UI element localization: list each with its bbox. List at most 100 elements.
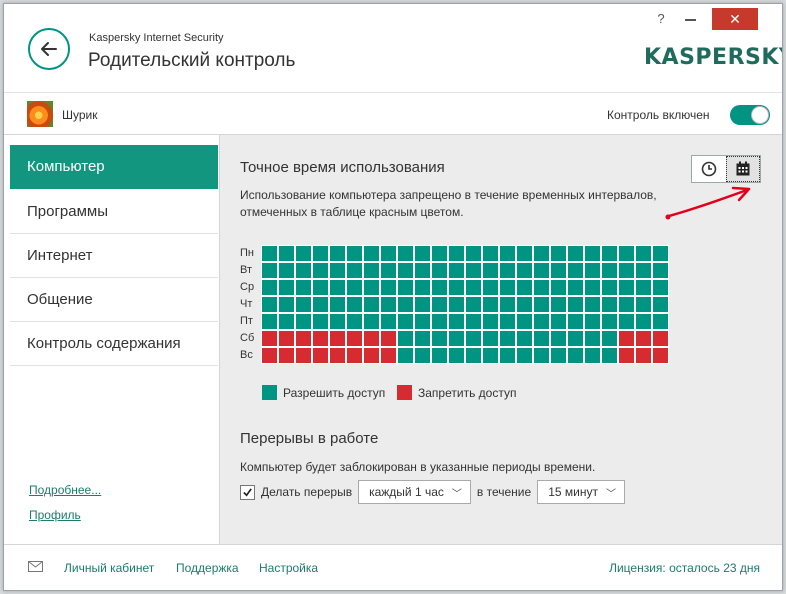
- schedule-cell-allow[interactable]: [346, 313, 363, 330]
- schedule-cell-allow[interactable]: [312, 296, 329, 313]
- schedule-cell-allow[interactable]: [635, 313, 652, 330]
- schedule-cell-allow[interactable]: [533, 296, 550, 313]
- schedule-cell-allow[interactable]: [618, 262, 635, 279]
- schedule-cell-allow[interactable]: [465, 330, 482, 347]
- sidebar-item-computer[interactable]: Компьютер: [10, 145, 218, 189]
- schedule-cell-allow[interactable]: [652, 296, 669, 313]
- schedule-cell-allow[interactable]: [295, 245, 312, 262]
- schedule-cell-allow[interactable]: [261, 245, 278, 262]
- schedule-cell-allow[interactable]: [431, 245, 448, 262]
- schedule-cell-allow[interactable]: [295, 262, 312, 279]
- schedule-cell-allow[interactable]: [380, 296, 397, 313]
- schedule-cell-allow[interactable]: [550, 313, 567, 330]
- sidebar-item-content-control[interactable]: Контроль содержания: [10, 322, 218, 366]
- schedule-cell-deny[interactable]: [635, 330, 652, 347]
- schedule-cell-allow[interactable]: [414, 262, 431, 279]
- schedule-cell-allow[interactable]: [363, 245, 380, 262]
- schedule-cell-allow[interactable]: [601, 245, 618, 262]
- schedule-cell-allow[interactable]: [601, 262, 618, 279]
- schedule-cell-allow[interactable]: [278, 279, 295, 296]
- sidebar-item-communication[interactable]: Общение: [10, 278, 218, 322]
- support-link[interactable]: Поддержка: [176, 561, 239, 575]
- schedule-cell-allow[interactable]: [482, 262, 499, 279]
- schedule-cell-allow[interactable]: [414, 296, 431, 313]
- schedule-cell-deny[interactable]: [261, 347, 278, 364]
- schedule-cell-allow[interactable]: [584, 262, 601, 279]
- schedule-cell-deny[interactable]: [380, 347, 397, 364]
- schedule-cell-allow[interactable]: [635, 245, 652, 262]
- schedule-cell-allow[interactable]: [295, 313, 312, 330]
- sidebar-item-programs[interactable]: Программы: [10, 190, 218, 234]
- schedule-cell-allow[interactable]: [465, 245, 482, 262]
- schedule-cell-allow[interactable]: [482, 296, 499, 313]
- schedule-cell-allow[interactable]: [431, 347, 448, 364]
- schedule-cell-allow[interactable]: [482, 279, 499, 296]
- schedule-cell-allow[interactable]: [635, 296, 652, 313]
- schedule-cell-allow[interactable]: [329, 262, 346, 279]
- schedule-cell-allow[interactable]: [380, 313, 397, 330]
- profile-link[interactable]: Профиль: [29, 508, 81, 522]
- schedule-cell-allow[interactable]: [482, 313, 499, 330]
- schedule-cell-allow[interactable]: [448, 347, 465, 364]
- schedule-cell-allow[interactable]: [363, 262, 380, 279]
- schedule-cell-allow[interactable]: [601, 296, 618, 313]
- schedule-cell-allow[interactable]: [550, 262, 567, 279]
- schedule-cell-allow[interactable]: [567, 313, 584, 330]
- schedule-cell-allow[interactable]: [431, 279, 448, 296]
- schedule-cell-deny[interactable]: [363, 347, 380, 364]
- schedule-cell-allow[interactable]: [278, 245, 295, 262]
- schedule-cell-allow[interactable]: [533, 279, 550, 296]
- schedule-cell-allow[interactable]: [465, 279, 482, 296]
- schedule-cell-allow[interactable]: [448, 330, 465, 347]
- control-toggle[interactable]: [730, 105, 770, 125]
- schedule-cell-deny[interactable]: [295, 347, 312, 364]
- schedule-cell-deny[interactable]: [618, 347, 635, 364]
- schedule-cell-allow[interactable]: [516, 330, 533, 347]
- schedule-cell-allow[interactable]: [601, 347, 618, 364]
- schedule-cell-allow[interactable]: [584, 245, 601, 262]
- schedule-cell-allow[interactable]: [499, 245, 516, 262]
- schedule-cell-allow[interactable]: [516, 279, 533, 296]
- schedule-cell-allow[interactable]: [533, 313, 550, 330]
- schedule-cell-allow[interactable]: [312, 279, 329, 296]
- schedule-cell-allow[interactable]: [448, 313, 465, 330]
- schedule-cell-allow[interactable]: [618, 296, 635, 313]
- schedule-cell-allow[interactable]: [567, 262, 584, 279]
- schedule-cell-allow[interactable]: [550, 296, 567, 313]
- minimize-button[interactable]: [677, 8, 705, 28]
- schedule-cell-allow[interactable]: [397, 245, 414, 262]
- schedule-cell-allow[interactable]: [261, 296, 278, 313]
- schedule-cell-allow[interactable]: [516, 245, 533, 262]
- schedule-cell-allow[interactable]: [652, 245, 669, 262]
- sidebar-item-internet[interactable]: Интернет: [10, 234, 218, 278]
- interval-select[interactable]: каждый 1 час ﹀: [358, 480, 471, 504]
- schedule-cell-allow[interactable]: [516, 347, 533, 364]
- schedule-cell-allow[interactable]: [499, 296, 516, 313]
- schedule-cell-deny[interactable]: [380, 330, 397, 347]
- schedule-cell-allow[interactable]: [363, 279, 380, 296]
- schedule-cell-allow[interactable]: [550, 330, 567, 347]
- schedule-cell-allow[interactable]: [397, 347, 414, 364]
- schedule-cell-allow[interactable]: [584, 330, 601, 347]
- schedule-cell-allow[interactable]: [278, 262, 295, 279]
- schedule-cell-deny[interactable]: [278, 330, 295, 347]
- schedule-cell-allow[interactable]: [431, 262, 448, 279]
- schedule-cell-allow[interactable]: [618, 245, 635, 262]
- schedule-cell-allow[interactable]: [584, 347, 601, 364]
- close-button[interactable]: ✕: [712, 8, 758, 30]
- schedule-cell-allow[interactable]: [363, 296, 380, 313]
- schedule-cell-allow[interactable]: [397, 330, 414, 347]
- view-clock-button[interactable]: [692, 156, 726, 182]
- schedule-cell-allow[interactable]: [567, 330, 584, 347]
- schedule-cell-allow[interactable]: [601, 279, 618, 296]
- duration-select[interactable]: 15 минут ﹀: [537, 480, 625, 504]
- schedule-cell-allow[interactable]: [550, 279, 567, 296]
- schedule-cell-deny[interactable]: [312, 330, 329, 347]
- schedule-cell-allow[interactable]: [516, 296, 533, 313]
- schedule-cell-deny[interactable]: [295, 330, 312, 347]
- schedule-cell-allow[interactable]: [346, 262, 363, 279]
- schedule-cell-allow[interactable]: [618, 279, 635, 296]
- schedule-cell-allow[interactable]: [431, 313, 448, 330]
- schedule-cell-allow[interactable]: [414, 347, 431, 364]
- schedule-cell-allow[interactable]: [397, 296, 414, 313]
